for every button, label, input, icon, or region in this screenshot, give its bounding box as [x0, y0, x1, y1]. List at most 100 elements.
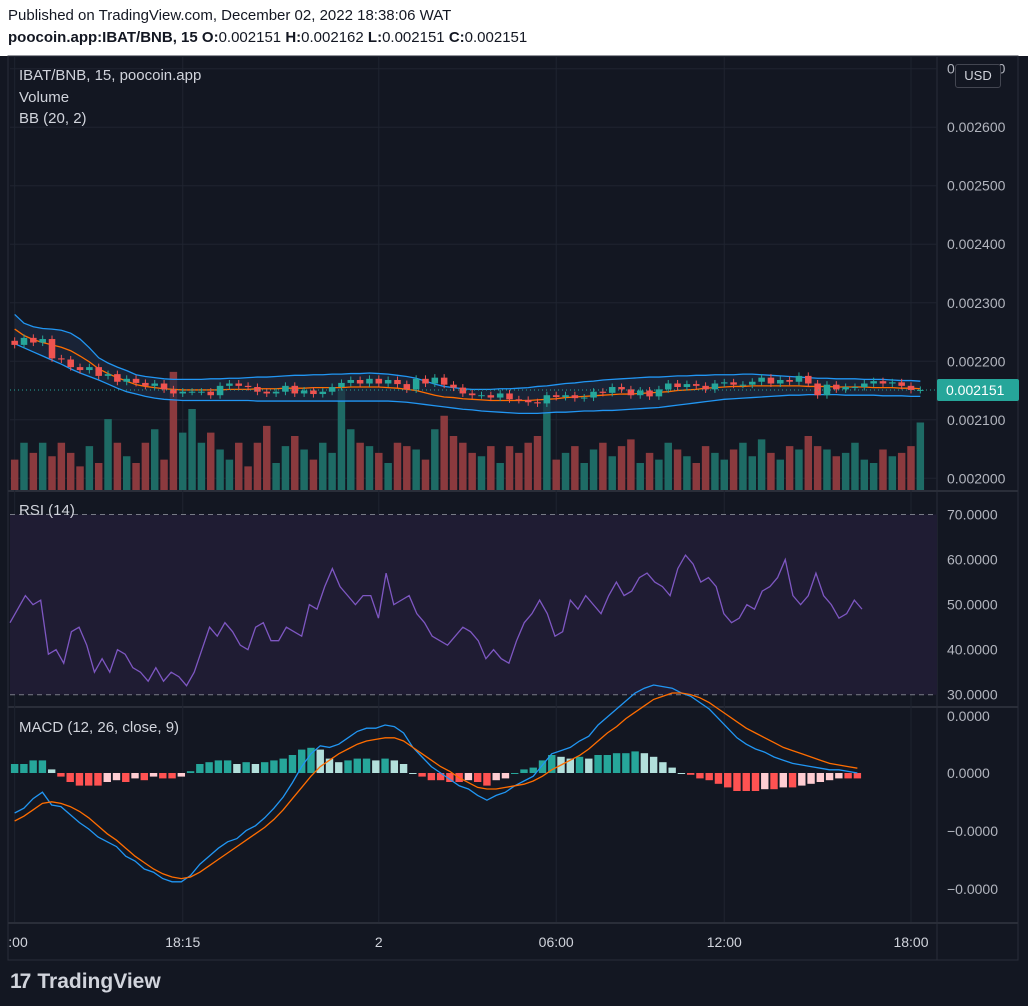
macd-histogram-bar: [427, 773, 436, 781]
macd-histogram-bar: [751, 773, 760, 791]
candle-body: [683, 384, 691, 388]
macd-histogram-bar: [122, 773, 130, 782]
macd-histogram-bar: [816, 773, 825, 782]
macd-histogram-bar: [418, 773, 426, 777]
candle-body: [450, 384, 457, 388]
candle-body: [123, 378, 130, 382]
candle-body: [422, 378, 429, 384]
candle-body: [552, 395, 560, 397]
macd-histogram-bar: [372, 760, 380, 773]
macd-histogram-bar: [677, 773, 686, 774]
volume-bar: [515, 452, 523, 490]
macd-histogram-bar: [686, 773, 695, 775]
candle-body: [571, 395, 579, 399]
macd-histogram-bar: [196, 764, 204, 773]
volume-bar: [496, 463, 504, 490]
volume-bar: [319, 442, 327, 490]
macd-histogram-bar: [585, 758, 593, 773]
macd-histogram-bar: [390, 760, 399, 773]
volume-bar: [683, 456, 691, 490]
volume-bar: [860, 459, 869, 490]
tradingview-wordmark: TradingView: [37, 970, 161, 993]
volume-bar: [468, 452, 476, 490]
candle-body: [20, 337, 28, 345]
macd-histogram-bar: [159, 773, 167, 779]
macd-histogram-bar: [399, 764, 408, 773]
volume-bar: [122, 456, 131, 490]
volume-bar: [449, 436, 458, 490]
volume-bar: [748, 456, 757, 490]
currency-button[interactable]: USD: [955, 64, 1001, 88]
volume-bar: [263, 425, 271, 490]
macd-histogram-bar: [733, 773, 741, 791]
volume-bar: [832, 456, 841, 490]
candle-body: [590, 391, 597, 398]
candle-body: [160, 383, 168, 390]
volume-bar: [57, 442, 66, 490]
candle-body: [300, 390, 308, 394]
volume-bar: [403, 446, 411, 490]
volume-bar: [375, 452, 383, 490]
candle-body: [170, 389, 177, 394]
volume-bar: [692, 463, 700, 490]
volume-bar: [244, 466, 252, 490]
candle-body: [151, 383, 158, 386]
volume-bar: [365, 446, 374, 490]
volume-bar: [841, 452, 850, 490]
candle-body: [702, 385, 709, 390]
volume-bar: [477, 456, 486, 490]
candle-body: [739, 384, 747, 386]
macd-histogram-bar: [649, 756, 658, 773]
volume-bar: [356, 442, 364, 490]
macd-histogram-bar: [464, 773, 473, 781]
candle-body: [459, 387, 467, 394]
macd-histogram-bar: [696, 773, 704, 779]
time-tick-label: :00: [8, 934, 28, 950]
macd-histogram-bar: [409, 773, 417, 774]
macd-histogram-bar: [57, 773, 65, 777]
candle-body: [384, 379, 392, 384]
macd-histogram-bar: [20, 764, 28, 773]
volume-bar: [785, 446, 794, 490]
legend-bb: BB (20, 2): [19, 110, 87, 127]
candle-body: [132, 378, 140, 383]
rsi-tick-label: 50.0000: [947, 597, 998, 613]
macd-histogram-bar: [335, 762, 343, 773]
volume-bar: [580, 463, 588, 490]
volume-bar: [38, 442, 47, 490]
macd-histogram-bar: [501, 773, 510, 779]
candle-body: [898, 382, 905, 386]
macd-histogram-bar: [288, 755, 297, 773]
candle-body: [95, 367, 102, 376]
macd-histogram-bar: [260, 762, 269, 773]
volume-bar: [916, 422, 925, 490]
candle-body: [468, 393, 476, 396]
candle-body: [749, 381, 756, 385]
macd-histogram-bar: [705, 773, 713, 781]
macd-tick-label: 0.0000: [947, 708, 990, 724]
volume-bar: [645, 452, 654, 490]
volume-bar: [253, 442, 262, 490]
volume-bar: [701, 446, 710, 490]
candle-body: [599, 391, 607, 393]
volume-bar: [767, 452, 775, 490]
candle-body: [394, 379, 401, 385]
chart-canvas[interactable]: 0.0027000.0026000.0025000.0024000.002300…: [0, 0, 1028, 1006]
candle-body: [48, 339, 56, 359]
macd-histogram-bar: [47, 769, 56, 773]
time-tick-label: 2: [375, 934, 383, 950]
candle-body: [870, 381, 877, 384]
volume-bar: [823, 449, 831, 490]
volume-bar: [664, 442, 672, 490]
volume-bar: [720, 459, 728, 490]
rsi-tick-label: 30.0000: [947, 687, 998, 703]
macd-histogram-bar: [131, 773, 139, 779]
candle-body: [805, 375, 812, 384]
macd-histogram-bar: [29, 760, 37, 773]
macd-histogram-bar: [473, 773, 482, 782]
candle-body: [842, 387, 849, 390]
candle-body: [11, 340, 18, 345]
macd-histogram-bar: [492, 773, 500, 781]
macd-histogram-bar: [362, 758, 371, 773]
macd-histogram-bar: [66, 773, 74, 782]
